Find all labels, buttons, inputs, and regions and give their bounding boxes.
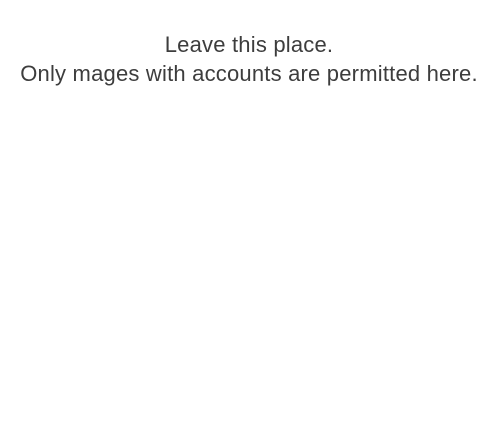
message-line-1: Leave this place. [164,32,334,57]
access-denied-page: Leave this place. Only mages with accoun… [0,0,498,439]
message-line-2: Only mages with accounts are permitted h… [20,61,478,86]
access-denied-message: Leave this place. Only mages with accoun… [0,30,498,88]
